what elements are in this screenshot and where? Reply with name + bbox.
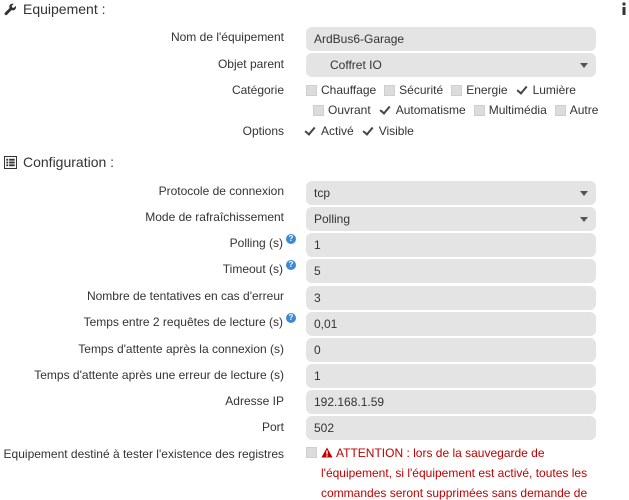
category-autre-checkbox[interactable]: Autre [554,103,598,117]
section-title: Configuration : [23,154,115,170]
equipment-name-input[interactable]: ArdBus6-Garage [306,27,596,51]
port-input[interactable]: 502 [306,416,596,440]
retries-label: Nombre de tentatives en cas d'erreur [86,289,284,303]
category-lumiere-checkbox[interactable]: Lumière [516,83,576,97]
refresh-mode-label: Mode de rafraîchissement [145,210,284,224]
timeout-label: Timeout (s) ? [223,260,296,276]
test-registers-checkbox[interactable] [306,447,317,458]
after-connection-label: Temps d'attente après la connexion (s) [78,342,284,356]
warning-triangle-icon [321,447,333,458]
wrench-icon [4,3,17,15]
caret-down-icon [580,216,588,222]
category-securite-checkbox[interactable]: Sécurité [384,83,443,97]
test-registers-label: Equipement destiné à tester l'existence … [3,447,284,461]
category-automatisme-checkbox[interactable]: Automatisme [379,103,466,117]
ip-address-input[interactable]: 192.168.1.59 [306,390,596,414]
category-chauffage-checkbox[interactable]: Chauffage [306,83,376,97]
timeout-input[interactable]: 5 [306,259,596,283]
parent-object-label: Objet parent [217,57,284,71]
equipment-name-label: Nom de l'équipement [170,30,284,44]
protocol-label: Protocole de connexion [158,184,284,198]
list-icon [4,155,17,169]
read-interval-input[interactable]: 0,01 [306,312,596,336]
category-row-1: Chauffage Sécurité Energie Lumière [306,83,584,97]
category-multimedia-checkbox[interactable]: Multimédia [473,103,547,117]
info-icon[interactable] [621,2,627,16]
after-connection-input[interactable]: 0 [306,338,596,362]
category-ouvrant-checkbox[interactable]: Ouvrant [313,103,371,117]
polling-input[interactable]: 1 [306,233,596,257]
after-error-label: Temps d'attente après une erreur de lect… [34,368,284,382]
options-label: Options [242,124,284,138]
refresh-mode-select[interactable]: Polling [306,207,596,231]
ip-address-label: Adresse IP [225,394,284,408]
warning-message: ATTENTION : lors de la sauvegarde de l'é… [321,446,588,500]
retries-input[interactable]: 3 [306,286,596,310]
option-active-checkbox[interactable]: Activé [304,124,354,138]
protocol-select[interactable]: tcp [306,181,596,205]
help-icon[interactable]: ? [286,234,296,244]
test-registers-row: ATTENTION : lors de la sauvegarde de l'é… [306,443,611,500]
options-row: Activé Visible [304,124,422,138]
section-title: Equipement : [23,1,106,17]
help-icon[interactable]: ? [286,260,296,270]
polling-label: Polling (s) ? [230,234,296,250]
port-label: Port [261,420,284,434]
option-visible-checkbox[interactable]: Visible [362,124,414,138]
configuration-section-header: Configuration : [4,154,114,170]
category-label: Catégorie [231,83,284,97]
help-icon[interactable]: ? [286,313,296,323]
equipement-section-header: Equipement : [4,1,106,17]
category-row-2: Ouvrant Automatisme Multimédia Autre [313,103,606,117]
after-error-input[interactable]: 1 [306,364,596,388]
caret-down-icon [580,190,588,196]
read-interval-label: Temps entre 2 requêtes de lecture (s) ? [84,313,296,329]
caret-down-icon [580,62,588,68]
category-energie-checkbox[interactable]: Energie [451,83,508,97]
parent-object-select[interactable]: Coffret IO [306,53,596,77]
